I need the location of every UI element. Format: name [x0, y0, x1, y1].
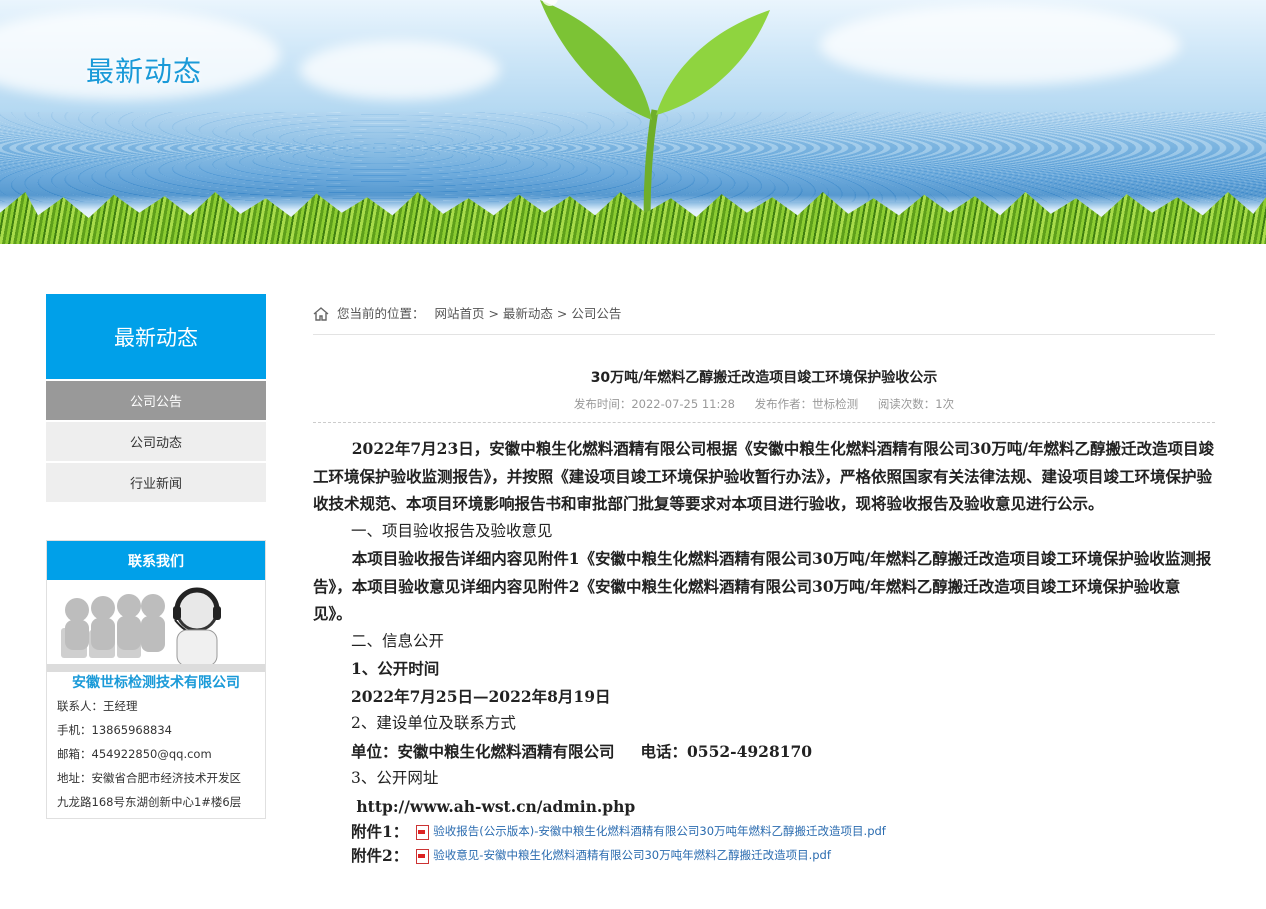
customer-service-image [47, 580, 265, 672]
sidebar-menu: 公司公告 公司动态 行业新闻 [46, 381, 266, 502]
attachment-1: 附件1： 验收报告(公示版本)-安徽中粮生化燃料酒精有限公司30万吨年燃料乙醇搬… [313, 820, 1215, 844]
sidebar-heading: 最新动态 [46, 294, 266, 379]
contact-heading: 联系我们 [47, 541, 265, 580]
article-title: 30万吨/年燃料乙醇搬迁改造项目竣工环境保护验收公示 [590, 370, 938, 386]
unit-name: 单位：安徽中粮生化燃料酒精有限公司 [351, 741, 615, 761]
article-meta: 发布时间：2022-07-25 11:28 发布作者：世标检测 阅读次数：1次 [313, 396, 1215, 423]
contact-person: 联系人：王经理 [57, 699, 138, 713]
publish-author: 发布作者：世标检测 [754, 397, 859, 411]
subheading-url: 3、公开网址 [351, 769, 439, 787]
view-count: 阅读次数：1次 [877, 397, 955, 411]
breadcrumb-prefix: 您当前的位置： [337, 306, 425, 321]
cloud [300, 40, 500, 100]
main-content: 您当前的位置： 网站首页 > 最新动态 > 公司公告 30万吨/年燃料乙醇搬迁改… [313, 294, 1215, 868]
contact-box: 联系我们 安徽世标检测技术有限公司 联系人：王经理 手机：13865968834… [46, 540, 266, 819]
contact-mobile: 手机：13865968834 [57, 723, 172, 737]
sidebar: 最新动态 公司公告 公司动态 行业新闻 [46, 294, 266, 504]
headset-agents-icon [47, 587, 265, 672]
cloud [820, 5, 1180, 85]
unit-contact-line: 单位：安徽中粮生化燃料酒精有限公司 电话：0552-4928170 [313, 738, 1215, 766]
sidebar-item-company-notice[interactable]: 公司公告 [46, 381, 266, 420]
contact-address-line-2: 九龙路168号东湖创新中心1#楼6层 [57, 795, 242, 809]
home-icon [313, 307, 329, 321]
pdf-icon [416, 848, 430, 864]
publicity-url[interactable]: http://www.ah-wst.cn/admin.php [313, 793, 1215, 821]
banner: 最新动态 [0, 0, 1266, 244]
contact-address-line-1: 地址：安徽省合肥市经济技术开发区 [57, 771, 241, 785]
banner-title: 最新动态 [86, 55, 203, 88]
paragraph-attachments: 本项目验收报告详细内容见附件1《安徽中粮生化燃料酒精有限公司30万吨/年燃料乙醇… [313, 549, 1212, 623]
sidebar-item-company-news[interactable]: 公司动态 [46, 422, 266, 461]
subheading-time: 1、公开时间 [351, 659, 440, 678]
contact-company-name: 安徽世标检测技术有限公司 [72, 675, 240, 691]
sidebar-item-industry-news[interactable]: 行业新闻 [46, 463, 266, 502]
unit-phone: 电话：0552-4928170 [640, 741, 813, 761]
attachment-2-label: 附件2： [351, 846, 409, 866]
section-heading-1: 一、项目验收报告及验收意见 [351, 521, 553, 540]
paragraph-intro: 2022年7月23日，安徽中粮生化燃料酒精有限公司根据《安徽中粮生化燃料酒精有限… [313, 439, 1214, 513]
contact-email: 邮箱：454922850@qq.com [57, 747, 212, 761]
breadcrumb-path[interactable]: 网站首页 > 最新动态 > 公司公告 [435, 294, 622, 334]
breadcrumb: 您当前的位置： 网站首页 > 最新动态 > 公司公告 [313, 294, 1215, 335]
section-heading-2: 二、信息公开 [351, 631, 445, 650]
publicity-date-range: 2022年7月25日—2022年8月19日 [351, 686, 611, 706]
pdf-icon [416, 824, 430, 840]
subheading-contact: 2、建设单位及联系方式 [351, 714, 516, 732]
article-body: 2022年7月23日，安徽中粮生化燃料酒精有限公司根据《安徽中粮生化燃料酒精有限… [313, 435, 1215, 868]
attachment-2-link[interactable]: 验收意见-安徽中粮生化燃料酒精有限公司30万吨年燃料乙醇搬迁改造项目.pdf [433, 842, 831, 870]
attachment-2: 附件2： 验收意见-安徽中粮生化燃料酒精有限公司30万吨年燃料乙醇搬迁改造项目.… [313, 844, 1215, 868]
publish-time: 发布时间：2022-07-25 11:28 [573, 397, 735, 411]
